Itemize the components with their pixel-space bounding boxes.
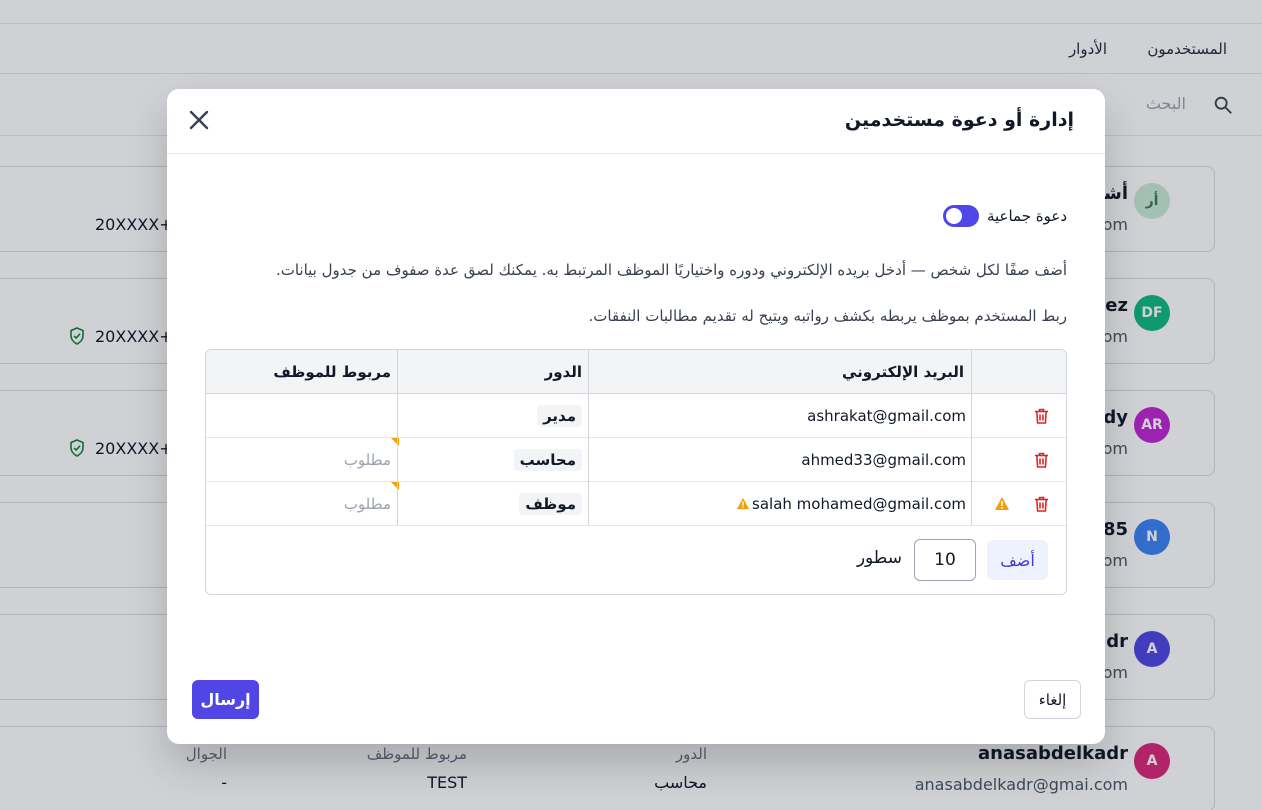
role-chip: موظف [519, 492, 582, 515]
cancel-button[interactable]: إلغاء [1024, 680, 1081, 719]
trash-icon[interactable] [1034, 408, 1049, 424]
column-header-employee: مربوط للموظف [273, 362, 391, 381]
employee-cell[interactable]: مطلوب [344, 438, 391, 481]
role-cell[interactable]: مدير [537, 394, 582, 437]
table-row: ashrakat@gmail.com مدير [206, 394, 1066, 438]
trash-icon[interactable] [1034, 496, 1049, 512]
modal-header: إدارة أو دعوة مستخدمين [167, 89, 1105, 154]
warning-icon [995, 497, 1009, 510]
role-cell[interactable]: موظف [519, 482, 582, 525]
column-header-role: الدور [544, 362, 582, 381]
invite-users-modal: إدارة أو دعوة مستخدمين دعوة جماعية أضف ص… [167, 89, 1105, 744]
column-divider [588, 350, 589, 525]
send-button[interactable]: إرسال [192, 680, 259, 719]
column-header-email: البريد الإلكتروني [842, 362, 964, 381]
add-rows-button[interactable]: أضف [987, 540, 1048, 580]
rows-count-input[interactable] [914, 539, 976, 581]
bulk-invite-toggle[interactable] [942, 205, 979, 227]
email-cell[interactable]: salah mohamed@gmail.com [736, 482, 966, 525]
employee-cell[interactable]: مطلوب [344, 482, 391, 525]
bulk-invite-row: دعوة جماعية [942, 205, 1067, 227]
table-row: salah mohamed@gmail.com موظف مطلوب [206, 482, 1066, 526]
close-button[interactable] [185, 106, 213, 134]
rows-label: سطور [856, 548, 902, 568]
invite-grid: البريد الإلكتروني الدور مربوط للموظف ash… [205, 349, 1067, 595]
grid-header: البريد الإلكتروني الدور مربوط للموظف [206, 350, 1066, 394]
grid-footer: أضف سطور [206, 525, 1066, 594]
email-cell[interactable]: ahmed33@gmail.com [801, 438, 966, 481]
trash-icon[interactable] [1034, 452, 1049, 468]
email-value: salah mohamed@gmail.com [752, 494, 966, 513]
help-text-employee: ربط المستخدم بموظف يربطه بكشف رواتبه ويت… [588, 307, 1067, 325]
role-chip: محاسب [513, 448, 582, 471]
bulk-invite-label: دعوة جماعية [986, 207, 1067, 225]
table-row: ahmed33@gmail.com محاسب مطلوب [206, 438, 1066, 482]
role-chip: مدير [537, 404, 582, 427]
column-divider [971, 350, 972, 525]
toggle-knob [945, 208, 962, 224]
column-divider [397, 350, 398, 525]
modal-title: إدارة أو دعوة مستخدمين [844, 109, 1074, 131]
help-text-rows: أضف صفًا لكل شخص — أدخل بريده الإلكتروني… [275, 261, 1067, 279]
close-icon [189, 110, 209, 130]
role-cell[interactable]: محاسب [513, 438, 582, 481]
warning-icon [736, 497, 750, 510]
email-cell[interactable]: ashrakat@gmail.com [807, 394, 966, 437]
